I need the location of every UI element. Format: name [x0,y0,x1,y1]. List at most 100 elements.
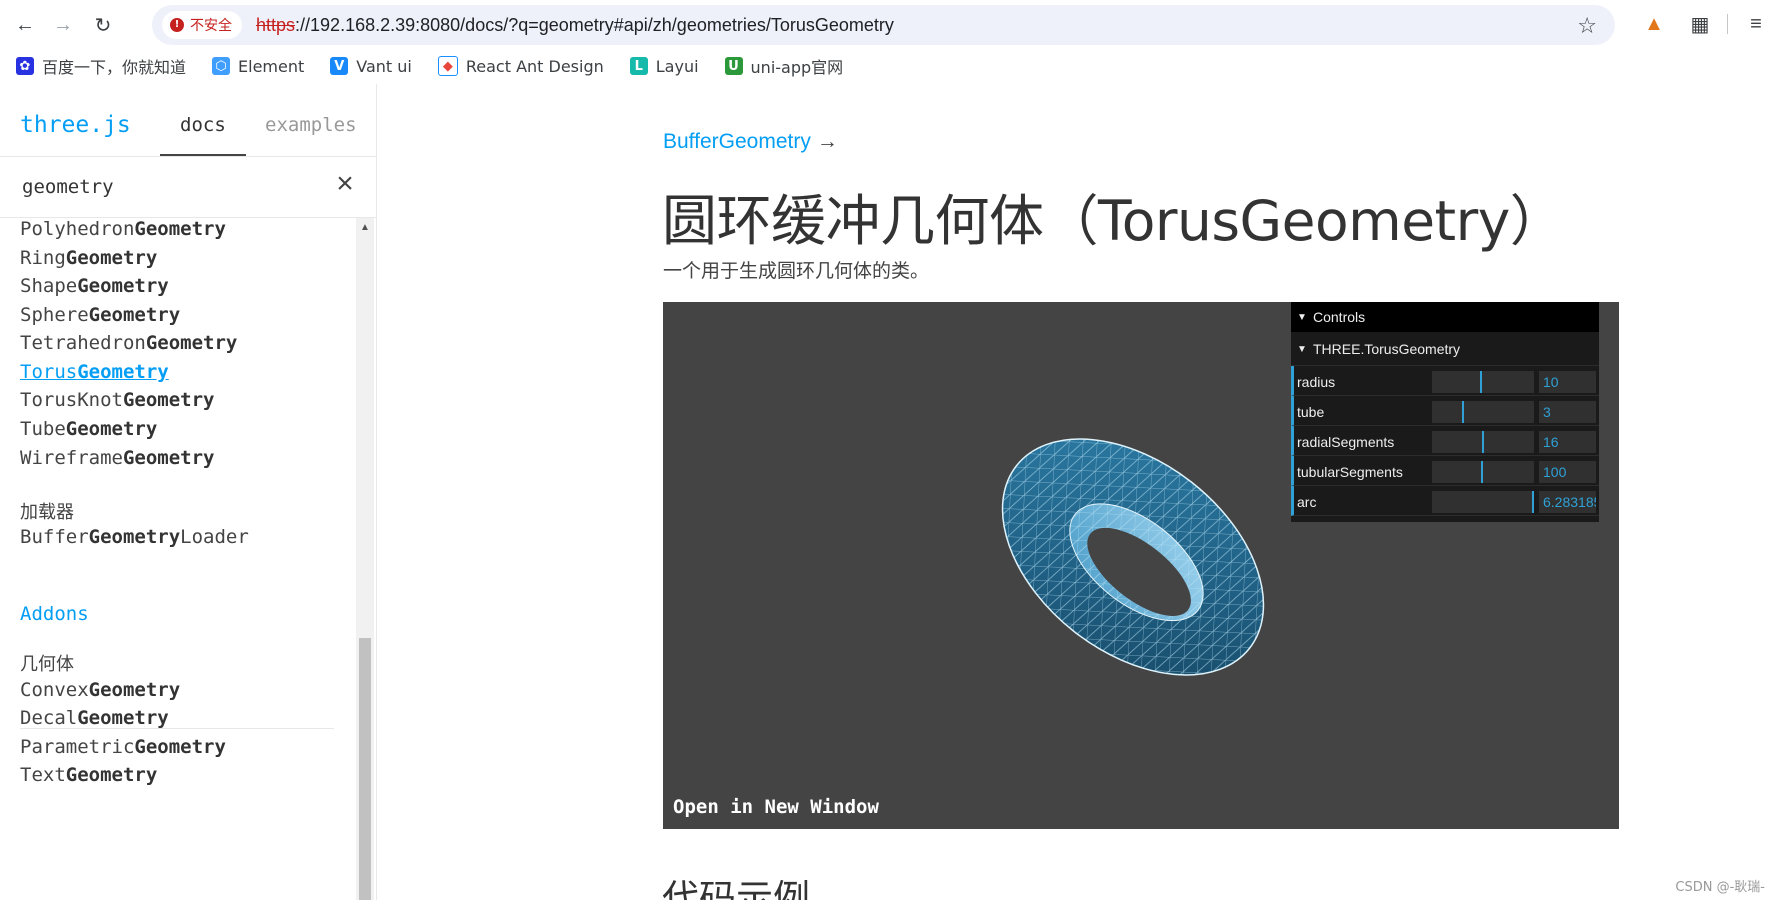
nav-item-prefix: Wireframe [20,447,123,469]
controls-header[interactable]: ▼ Controls [1291,302,1599,332]
param-label: radialSegments [1297,434,1395,450]
bookmark-layui[interactable]: L Layui [629,57,699,76]
page-description: 一个用于生成圆环几何体的类。 [663,260,930,282]
param-value-input[interactable]: 3 [1539,401,1596,423]
nav-item-match: Geometry [65,764,158,786]
nav-item-match: Geometry [122,447,215,469]
nav-item-convex-geometry[interactable]: ConvexGeometry [20,679,180,701]
warning-icon: ! [170,18,184,32]
address-bar[interactable]: ! 不安全 https://192.168.2.39:8080/docs/?q=… [152,5,1615,45]
metamask-fox-icon[interactable]: ▲ [1640,10,1668,38]
nav-section-addons[interactable]: Addons [20,603,89,625]
nav-item-prefix: Convex [20,679,89,701]
param-value-input[interactable]: 100 [1539,461,1596,483]
nav-item-prefix: Tube [20,418,66,440]
sidebar: three.js docs examples × PolyhedronGeome… [0,84,377,900]
nav-item-prefix: Torus [20,361,78,383]
main-content: BufferGeometry → 圆环缓冲几何体（TorusGeometry） 一… [377,84,1781,900]
param-value-input[interactable]: 16 [1539,431,1596,453]
param-value-input[interactable]: 10 [1539,371,1596,393]
scrollbar-thumb[interactable] [359,638,371,900]
caret-down-icon: ▼ [1297,311,1307,323]
param-slider[interactable] [1432,401,1534,423]
nav-item-match: Geometry [77,361,169,383]
nav-item-wireframe-geometry[interactable]: WireframeGeometry [20,447,214,469]
nav-item-prefix: Sphere [20,304,89,326]
param-slider[interactable] [1432,371,1534,393]
active-tab-indicator [160,154,246,156]
nav-item-shape-geometry[interactable]: ShapeGeometry [20,275,169,297]
nav-item-tube-geometry[interactable]: TubeGeometry [20,418,157,440]
nav-item-buffergeometry-loader[interactable]: BufferGeometryLoader [20,526,249,548]
parent-class-link[interactable]: BufferGeometry → [663,130,838,154]
nav-item-prefix: Parametric [20,736,135,758]
bookmark-element[interactable]: ⬡ Element [212,57,304,76]
tab-examples[interactable]: examples [265,114,357,136]
bookmark-uniapp[interactable]: Uuni-app官网 [724,54,844,78]
folder-torus-geometry[interactable]: ▼ THREE.TorusGeometry [1291,333,1599,366]
nav-item-prefix: Polyhedron [20,218,135,240]
nav-item-ring-geometry[interactable]: RingGeometry [20,247,157,269]
nav-item-sphere-geometry[interactable]: SphereGeometry [20,304,180,326]
nav-item-match: Geometry [77,707,169,729]
nav-item-torusknot-geometry[interactable]: TorusKnotGeometry [20,389,214,411]
close-icon[interactable]: × [330,169,360,199]
param-slider[interactable] [1432,491,1534,513]
example-viewer[interactable]: ▼ Controls ▼ THREE.TorusGeometry radius 10… [663,302,1619,829]
param-value-input[interactable]: 6.283185 [1539,491,1596,513]
nav-item-match: Geometry [134,218,226,240]
controls-title: Controls [1313,309,1366,325]
param-slider[interactable] [1432,461,1534,483]
torus-wireframe-render[interactable] [983,392,1283,722]
toolbar-divider [1727,14,1728,34]
nav-item-parametric-geometry[interactable]: ParametricGeometry [20,736,226,758]
bookmark-label: Element [238,56,305,76]
nav-item-match: Geometry [88,526,181,548]
bookmark-vant[interactable]: V Vant ui [330,57,412,76]
controls-panel: ▼ Controls ▼ THREE.TorusGeometry radius 10… [1291,302,1599,522]
vant-icon: V [330,57,349,75]
nav-item-suffix: Loader [180,526,249,548]
nav-item-match: Geometry [88,679,181,701]
slider-marker [1462,401,1464,423]
sidebar-scrollbar[interactable]: ▲ [356,218,374,900]
bookmark-star-icon[interactable]: ☆ [1577,13,1597,39]
tab-docs[interactable]: docs [180,114,226,136]
element-icon: ⬡ [212,57,231,75]
nav-item-match: Geometry [65,247,158,269]
scroll-up-arrow-icon[interactable]: ▲ [356,218,374,236]
nav-item-decal-geometry[interactable]: DecalGeometry [20,707,169,729]
extensions-puzzle-icon[interactable]: ▦ [1686,10,1714,38]
nav-item-match: Geometry [134,736,226,758]
param-label: tube [1297,404,1325,420]
open-in-new-window-link[interactable]: Open in New Window [673,796,879,818]
forward-arrow-icon[interactable]: → [50,12,76,38]
uniapp-icon: U [724,57,743,75]
nav-item-text-geometry[interactable]: TextGeometry [20,764,157,786]
nav-item-match: Geometry [88,304,181,326]
reload-icon[interactable]: ↻ [90,12,116,38]
url-rest: ://192.168.2.39:8080/docs/?q=geometry#ap… [295,15,894,35]
nav-item-tetrahedron-geometry[interactable]: TetrahedronGeometry [20,332,237,354]
bookmark-label: 百度一下，你就知道 [42,58,187,77]
folder-title: THREE.TorusGeometry [1313,341,1461,357]
back-arrow-icon[interactable]: ← [12,12,38,38]
security-chip[interactable]: ! 不安全 [162,11,242,39]
url-text[interactable]: https://192.168.2.39:8080/docs/?q=geomet… [256,15,894,36]
brand-logo[interactable]: three.js [20,112,131,138]
nav-item-match: Geometry [65,418,158,440]
nav-item-torus-geometry[interactable]: TorusGeometry [20,361,169,383]
bookmark-label: uni-app官网 [750,58,844,77]
arrow-right-icon: → [816,130,838,153]
bookmark-antd[interactable]: ◆ React Ant Design [437,56,604,76]
antd-icon: ◆ [437,56,458,76]
browser-toolbar: ← → ↻ ! 不安全 https://192.168.2.39:8080/do… [0,0,1781,48]
search-input[interactable] [20,171,314,203]
bookmark-baidu[interactable]: ✿ 百度一下，你就知道 [16,54,186,78]
param-row-tubular-segments: tubularSegments 100 [1291,456,1599,486]
param-slider[interactable] [1432,431,1534,453]
reading-list-icon[interactable]: ≡ [1742,10,1770,38]
param-row-radial-segments: radialSegments 16 [1291,426,1599,456]
nav-item-polyhedron-geometry[interactable]: PolyhedronGeometry [20,218,226,240]
slider-marker [1482,431,1484,453]
